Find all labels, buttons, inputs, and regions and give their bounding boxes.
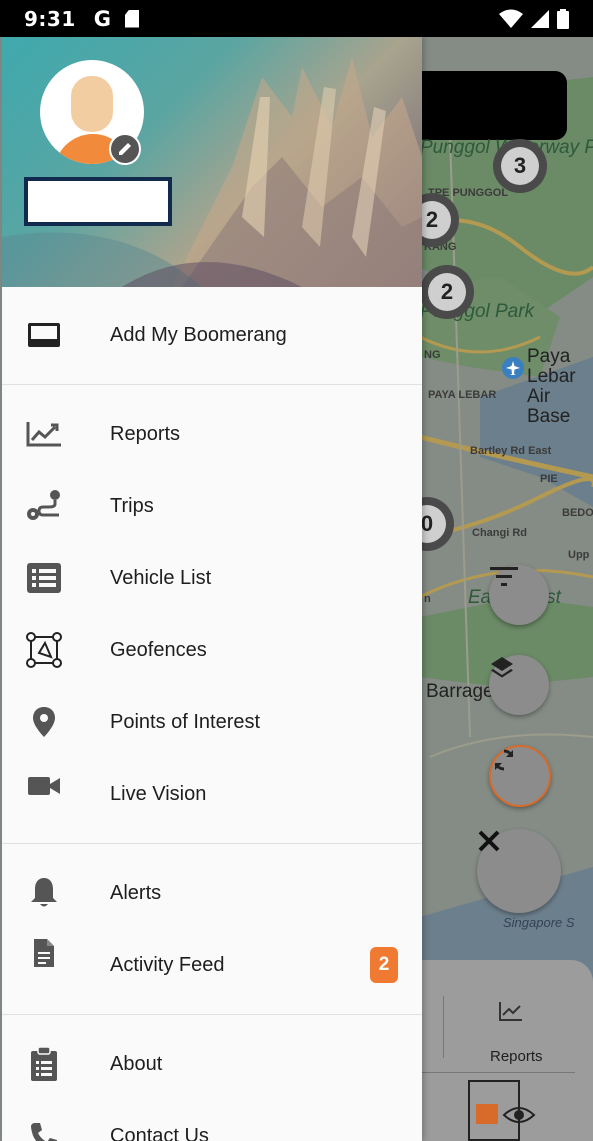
pencil-icon	[119, 143, 131, 155]
vehicle-cluster-marker[interactable]: 2	[420, 265, 474, 319]
map-label: Paya Lebar Air Base	[527, 346, 576, 427]
user-name-field	[24, 177, 172, 226]
status-bar: 9:31 G	[0, 0, 593, 37]
refresh-icon	[494, 749, 514, 771]
map-road-label: NG	[424, 349, 441, 361]
drawer-header	[2, 37, 422, 287]
eye-icon	[502, 1107, 536, 1123]
menu-item-add-my-boomerang[interactable]: Add My Boomerang	[2, 299, 422, 371]
menu-item-label: About	[110, 1052, 163, 1075]
trips-route-icon	[24, 486, 64, 526]
document-icon	[24, 933, 64, 973]
menu-divider	[2, 843, 422, 844]
close-menu-button[interactable]	[477, 829, 561, 913]
map-road-label: PAYA LEBAR	[428, 389, 497, 401]
map-label: Barrage	[426, 681, 494, 702]
menu-item-contact-us[interactable]: Contact Us	[2, 1100, 422, 1141]
map-label: Singapore S	[503, 915, 575, 930]
menu-item-label: Points of Interest	[110, 710, 261, 733]
google-icon: G	[93, 6, 111, 31]
menu-item-label: Trips	[110, 494, 154, 517]
map-road-label: Changi Rd	[472, 527, 527, 539]
close-icon	[478, 830, 500, 852]
refresh-button[interactable]	[489, 745, 551, 807]
menu-item-label: Alerts	[110, 881, 162, 904]
wifi-icon	[499, 9, 523, 28]
menu-item-label: Reports	[110, 422, 181, 445]
map-road-label: BEDO	[562, 507, 593, 519]
geofence-icon	[24, 630, 64, 670]
menu-item-label: Vehicle List	[110, 566, 212, 589]
bottom-sheet-divider	[400, 1072, 575, 1073]
menu-divider	[2, 384, 422, 385]
menu-item-activity-feed[interactable]: Activity Feed 2	[2, 929, 422, 1001]
map-search-bar[interactable]	[400, 71, 567, 140]
bell-icon	[24, 873, 64, 913]
activity-feed-badge: 2	[370, 947, 398, 983]
status-time: 9:31	[24, 6, 76, 31]
phone-icon	[24, 1116, 64, 1141]
vehicle-cluster-marker[interactable]: 3	[493, 139, 547, 193]
menu-item-points-of-interest[interactable]: Points of Interest	[2, 686, 422, 758]
drawer-menu: Add My Boomerang Reports Trips Vehicle L…	[2, 287, 422, 1141]
filter-button[interactable]	[489, 565, 549, 625]
menu-item-vehicle-list[interactable]: Vehicle List	[2, 542, 422, 614]
navigation-drawer: Add My Boomerang Reports Trips Vehicle L…	[2, 37, 422, 1141]
sd-card-icon	[125, 9, 139, 28]
map-road-label: PIE	[540, 473, 558, 485]
menu-divider	[2, 1014, 422, 1015]
cell-signal-icon	[531, 9, 549, 28]
menu-item-about[interactable]: About	[2, 1028, 422, 1100]
map-road-label: Upp	[568, 549, 590, 561]
cluster-count: 2	[428, 273, 466, 311]
reports-chart-icon	[499, 1002, 522, 1021]
airport-icon	[502, 357, 524, 379]
map-road-label: n	[424, 593, 431, 605]
menu-item-live-vision[interactable]: Live Vision	[2, 758, 422, 830]
live-vision-thumbnail[interactable]	[468, 1080, 536, 1141]
menu-item-trips[interactable]: Trips	[2, 470, 422, 542]
menu-item-label: Geofences	[110, 638, 207, 661]
filter-icon	[490, 567, 518, 586]
clipboard-icon	[24, 1044, 64, 1084]
location-pin-icon	[24, 702, 64, 742]
menu-item-alerts[interactable]: Alerts	[2, 857, 422, 929]
map-layers-button[interactable]	[489, 655, 549, 715]
menu-item-reports[interactable]: Reports	[2, 398, 422, 470]
menu-item-label: Contact Us	[110, 1124, 209, 1141]
vehicle-list-icon	[24, 558, 64, 598]
reports-chart-icon	[24, 414, 64, 454]
bottom-sheet-reports-label[interactable]: Reports	[490, 1048, 543, 1065]
menu-item-label: Live Vision	[110, 782, 207, 805]
menu-item-label: Activity Feed	[110, 953, 225, 976]
menu-item-label: Add My Boomerang	[110, 323, 287, 346]
menu-item-geofences[interactable]: Geofences	[2, 614, 422, 686]
video-camera-icon	[24, 766, 64, 806]
map-road-label: Bartley Rd East	[470, 445, 552, 457]
bottom-sheet-divider	[443, 996, 444, 1058]
boomerang-device-icon	[24, 315, 64, 355]
video-camera-icon	[476, 1104, 498, 1124]
layers-icon	[491, 657, 513, 678]
status-indicators	[499, 8, 569, 29]
edit-profile-button[interactable]	[109, 133, 141, 165]
battery-icon	[557, 8, 569, 29]
cluster-count: 3	[501, 147, 539, 185]
avatar-head	[71, 76, 113, 132]
